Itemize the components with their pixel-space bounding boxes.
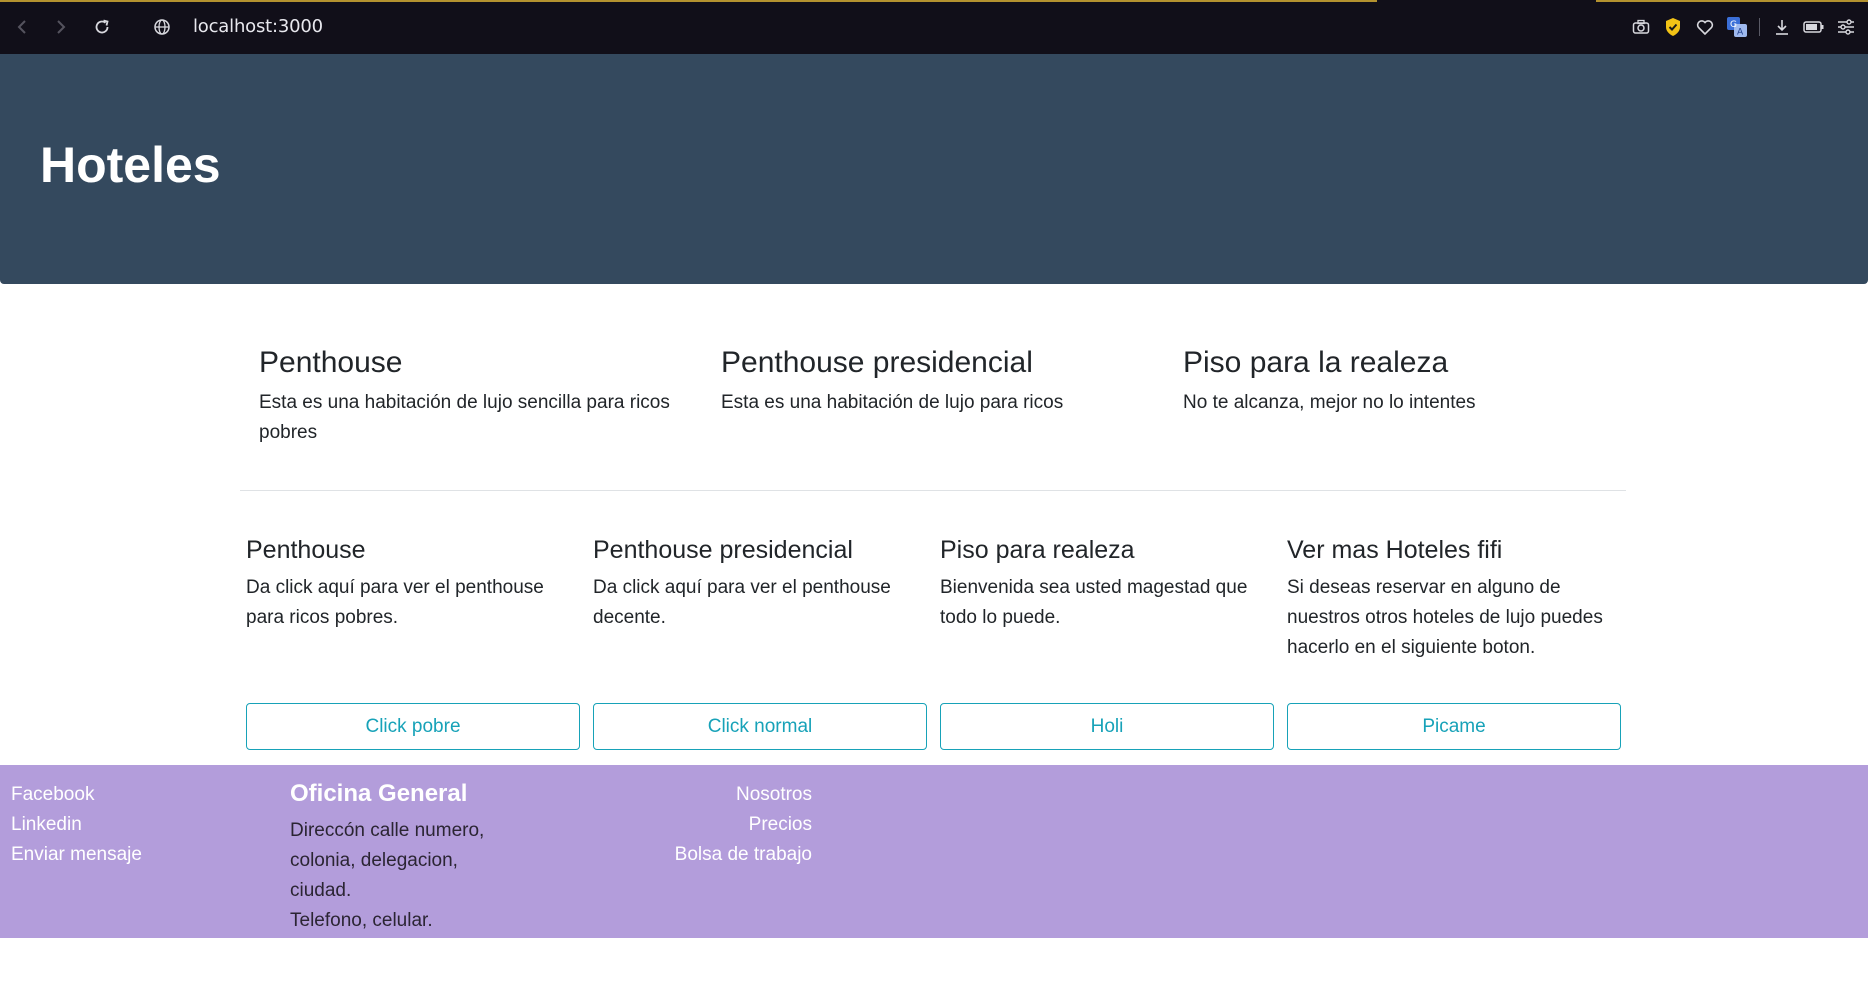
footer-office: Oficina General Direccón calle numero, c… (290, 778, 520, 936)
settings-icon[interactable] (1830, 14, 1862, 40)
toolbar-separator (1759, 18, 1760, 36)
holi-button[interactable]: Holi (940, 703, 1274, 750)
browser-extension-icons: GA (1625, 14, 1862, 40)
browser-toolbar: localhost:3000 GA (0, 0, 1868, 54)
office-address: Direccón calle numero, colonia, delegaci… (290, 820, 485, 901)
card-penthouse-presidencial: Penthouse presidencial Da click aquí par… (593, 533, 927, 633)
linkedin-link[interactable]: Linkedin (11, 810, 142, 840)
tab-indicator (0, 0, 1377, 2)
card-penthouse: Penthouse Da click aquí para ver el pent… (246, 533, 580, 633)
precios-link[interactable]: Precios (600, 810, 812, 840)
card-ver-mas-hoteles: Ver mas Hoteles fifi Si deseas reservar … (1287, 533, 1621, 663)
shield-icon[interactable] (1657, 14, 1689, 40)
section-divider (240, 490, 1626, 491)
site-info-icon[interactable] (149, 14, 175, 40)
picame-button[interactable]: Picame (1287, 703, 1621, 750)
card-text: Da click aquí para ver el penthouse dece… (593, 577, 891, 628)
svg-text:A: A (1737, 28, 1744, 38)
hero-banner: Hoteles (0, 54, 1868, 284)
feature-penthouse: Penthouse Esta es una habitación de lujo… (259, 344, 689, 448)
translate-icon[interactable]: GA (1721, 14, 1753, 40)
bolsa-de-trabajo-link[interactable]: Bolsa de trabajo (600, 840, 812, 870)
office-phone: Telefono, celular. (290, 910, 433, 931)
feature-title: Piso para la realeza (1183, 346, 1449, 379)
feature-piso-realeza: Piso para la realeza No te alcanza, mejo… (1183, 344, 1613, 418)
download-icon[interactable] (1766, 14, 1798, 40)
feature-text: No te alcanza, mejor no lo intentes (1183, 392, 1476, 413)
card-title: Ver mas Hoteles fifi (1287, 536, 1503, 564)
card-text: Si deseas reservar en alguno de nuestros… (1287, 577, 1603, 658)
click-normal-button[interactable]: Click normal (593, 703, 927, 750)
tab-indicator (1596, 0, 1868, 2)
click-pobre-button[interactable]: Click pobre (246, 703, 580, 750)
office-title: Oficina General (290, 780, 468, 807)
reload-icon[interactable] (89, 14, 115, 40)
back-icon[interactable] (9, 14, 35, 40)
feature-text: Esta es una habitación de lujo para rico… (721, 392, 1064, 413)
card-piso-realeza: Piso para realeza Bienvenida sea usted m… (940, 533, 1274, 633)
page-title: Hoteles (40, 137, 221, 193)
address-bar-url[interactable]: localhost:3000 (193, 16, 323, 37)
feature-title: Penthouse presidencial (721, 346, 1033, 379)
heart-icon[interactable] (1689, 14, 1721, 40)
footer-social-links: Facebook Linkedin Enviar mensaje (11, 780, 142, 870)
card-text: Da click aquí para ver el penthouse para… (246, 577, 544, 628)
feature-title: Penthouse (259, 346, 403, 379)
svg-text:G: G (1730, 20, 1737, 30)
camera-icon[interactable] (1625, 14, 1657, 40)
feature-penthouse-presidencial: Penthouse presidencial Esta es una habit… (721, 344, 1151, 418)
footer-nav-links: Nosotros Precios Bolsa de trabajo (600, 780, 812, 870)
feature-text: Esta es una habitación de lujo sencilla … (259, 392, 670, 443)
card-title: Penthouse presidencial (593, 536, 853, 564)
card-title: Penthouse (246, 536, 366, 564)
facebook-link[interactable]: Facebook (11, 780, 142, 810)
nosotros-link[interactable]: Nosotros (600, 780, 812, 810)
site-footer: Facebook Linkedin Enviar mensaje Oficina… (0, 765, 1868, 938)
card-title: Piso para realeza (940, 536, 1135, 564)
forward-icon[interactable] (48, 14, 74, 40)
battery-icon[interactable] (1798, 14, 1830, 40)
enviar-mensaje-link[interactable]: Enviar mensaje (11, 840, 142, 870)
card-text: Bienvenida sea usted magestad que todo l… (940, 577, 1248, 628)
